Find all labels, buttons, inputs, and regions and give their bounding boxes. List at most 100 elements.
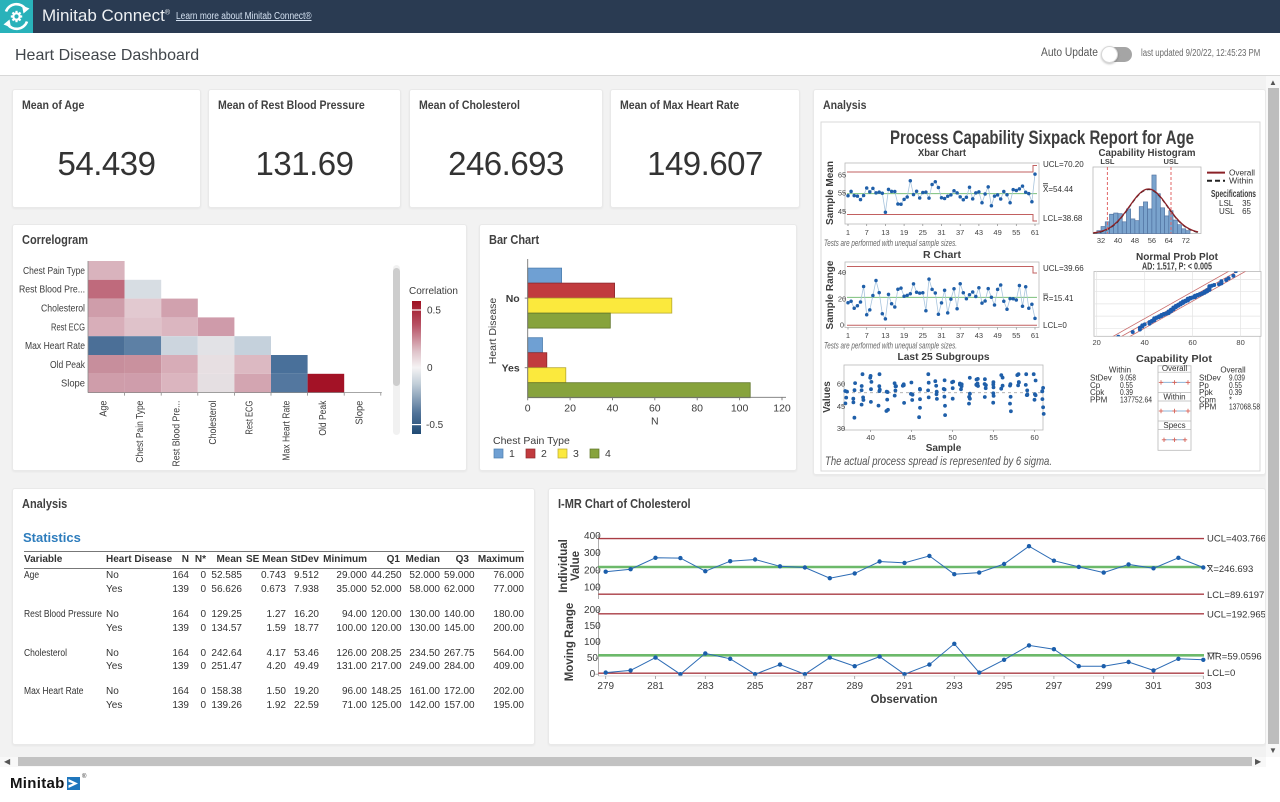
svg-text:-0.5: -0.5	[426, 420, 444, 431]
svg-text:0: 0	[590, 669, 596, 680]
svg-text:200: 200	[584, 605, 601, 616]
svg-text:Sample: Sample	[926, 443, 962, 454]
svg-text:299: 299	[1095, 681, 1112, 692]
svg-text:Rest Blood Pre...: Rest Blood Pre...	[19, 285, 85, 296]
svg-text:Chest Pain Type: Chest Pain Type	[135, 400, 146, 462]
svg-text:7: 7	[865, 331, 869, 340]
svg-text:285: 285	[747, 681, 764, 692]
svg-text:R=15.41: R=15.41	[1043, 294, 1074, 303]
svg-text:USL: USL	[1219, 207, 1235, 216]
svg-text:64: 64	[1165, 236, 1173, 245]
svg-text:50: 50	[587, 653, 599, 664]
svg-text:0: 0	[525, 402, 531, 414]
svg-text:4: 4	[605, 448, 611, 460]
svg-text:Value: Value	[570, 551, 582, 581]
svg-text:289: 289	[846, 681, 863, 692]
svg-text:150: 150	[584, 621, 601, 632]
svg-text:PPM: PPM	[1090, 395, 1108, 404]
svg-text:LCL=89.6197: LCL=89.6197	[1207, 590, 1264, 601]
svg-text:20: 20	[1093, 338, 1101, 347]
svg-text:Individual: Individual	[558, 539, 570, 593]
svg-text:281: 281	[647, 681, 664, 692]
svg-text:80: 80	[691, 402, 703, 414]
svg-text:PPM: PPM	[1199, 403, 1217, 412]
svg-text:55: 55	[989, 433, 997, 442]
svg-text:100: 100	[584, 637, 601, 648]
svg-text:49: 49	[993, 331, 1001, 340]
svg-text:Tests are performed with unequ: Tests are performed with unequal sample …	[824, 341, 957, 352]
svg-text:55: 55	[1012, 331, 1020, 340]
svg-text:Old Peak: Old Peak	[50, 360, 86, 371]
svg-text:Rest ECG: Rest ECG	[51, 322, 85, 333]
svg-text:295: 295	[996, 681, 1013, 692]
svg-text:Specs: Specs	[1163, 421, 1185, 430]
svg-text:Cholesterol: Cholesterol	[208, 401, 219, 445]
svg-text:AD: 1.517, P: < 0.005: AD: 1.517, P: < 0.005	[1142, 262, 1212, 273]
svg-text:55: 55	[1012, 228, 1020, 237]
svg-text:Yes: Yes	[502, 363, 520, 375]
svg-text:19: 19	[900, 331, 908, 340]
svg-text:Observation: Observation	[870, 694, 937, 706]
svg-text:300: 300	[584, 548, 601, 559]
svg-text:Chest Pain Type: Chest Pain Type	[23, 266, 85, 277]
svg-text:25: 25	[919, 228, 927, 237]
svg-text:287: 287	[797, 681, 814, 692]
svg-text:100: 100	[584, 583, 601, 594]
svg-text:X=246.693: X=246.693	[1207, 564, 1253, 575]
svg-text:3: 3	[573, 448, 579, 460]
svg-text:40: 40	[1141, 338, 1149, 347]
svg-text:293: 293	[946, 681, 963, 692]
svg-text:No: No	[506, 293, 520, 305]
svg-text:100: 100	[731, 402, 749, 414]
svg-text:80: 80	[1236, 338, 1244, 347]
svg-text:N: N	[651, 415, 659, 427]
svg-text:65: 65	[1242, 207, 1251, 216]
svg-text:2: 2	[541, 448, 547, 460]
svg-text:49: 49	[993, 228, 1001, 237]
svg-text:32: 32	[1097, 236, 1105, 245]
svg-text:Within: Within	[1163, 393, 1185, 402]
svg-text:31: 31	[937, 331, 945, 340]
svg-text:7: 7	[865, 228, 869, 237]
svg-text:Max Heart Rate: Max Heart Rate	[281, 400, 292, 460]
svg-text:60: 60	[1188, 338, 1196, 347]
svg-text:UCL=70.20: UCL=70.20	[1043, 160, 1084, 169]
svg-text:Values: Values	[822, 381, 833, 413]
svg-text:60: 60	[649, 402, 661, 414]
svg-text:60: 60	[1030, 433, 1038, 442]
svg-text:43: 43	[975, 331, 983, 340]
svg-text:Cholesterol: Cholesterol	[41, 304, 85, 315]
svg-text:1: 1	[846, 331, 850, 340]
svg-text:R Chart: R Chart	[923, 250, 962, 261]
svg-text:1: 1	[509, 448, 515, 460]
svg-text:Rest Blood Pre...: Rest Blood Pre...	[172, 401, 183, 467]
svg-text:Max Heart Rate: Max Heart Rate	[25, 341, 85, 352]
svg-text:Slope: Slope	[61, 379, 85, 390]
svg-text:LCL=0: LCL=0	[1043, 321, 1067, 330]
svg-text:137068.58: 137068.58	[1229, 403, 1260, 412]
svg-text:301: 301	[1145, 681, 1162, 692]
svg-text:72: 72	[1182, 236, 1190, 245]
svg-text:Last 25 Subgroups: Last 25 Subgroups	[898, 352, 990, 363]
svg-text:45: 45	[907, 433, 915, 442]
svg-text:UCL=192.965: UCL=192.965	[1207, 610, 1265, 621]
svg-text:Sample Range: Sample Range	[825, 260, 836, 329]
svg-text:120: 120	[773, 402, 791, 414]
svg-text:Heart Disease: Heart Disease	[487, 298, 499, 365]
svg-text:25: 25	[919, 331, 927, 340]
svg-text:40: 40	[866, 433, 874, 442]
svg-text:1: 1	[846, 228, 850, 237]
svg-text:40: 40	[1114, 236, 1122, 245]
svg-text:Xbar Chart: Xbar Chart	[918, 148, 967, 159]
svg-text:61: 61	[1031, 331, 1039, 340]
svg-text:Rest ECG: Rest ECG	[245, 400, 256, 434]
svg-text:Moving Range: Moving Range	[564, 603, 576, 682]
svg-text:56: 56	[1148, 236, 1156, 245]
svg-text:283: 283	[697, 681, 714, 692]
svg-text:USL: USL	[1164, 157, 1179, 166]
svg-text:19: 19	[900, 228, 908, 237]
svg-text:297: 297	[1046, 681, 1063, 692]
svg-text:UCL=403.766: UCL=403.766	[1207, 534, 1265, 545]
svg-text:37: 37	[956, 228, 964, 237]
svg-text:31: 31	[937, 228, 945, 237]
